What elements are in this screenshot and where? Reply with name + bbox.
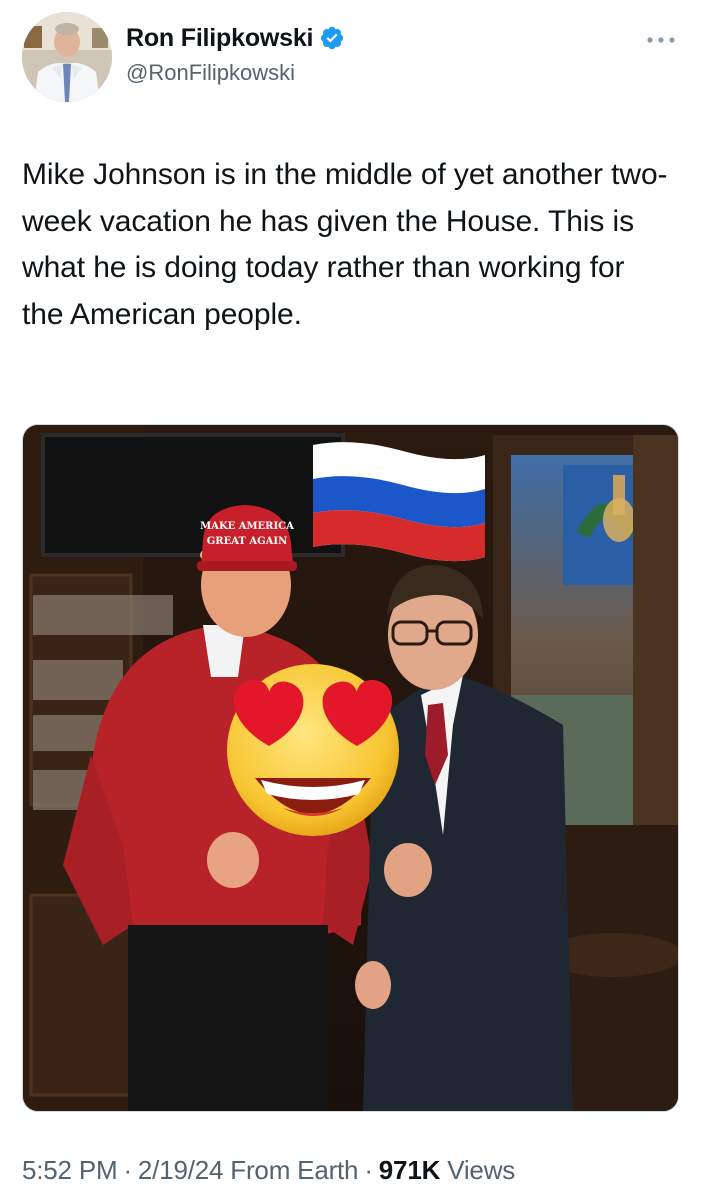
verified-badge-icon xyxy=(319,25,345,51)
photo-illustration: MAKE AMERICA GREAT AGAIN xyxy=(23,425,678,1111)
more-options-icon xyxy=(647,37,675,43)
name-row: Ron Filipkowski xyxy=(126,22,345,54)
tweet-source: From Earth xyxy=(230,1155,359,1185)
author-handle[interactable]: @RonFilipkowski xyxy=(126,60,345,86)
meta-separator: · xyxy=(364,1155,373,1185)
author-display-name[interactable]: Ron Filipkowski xyxy=(126,24,313,53)
tweet-meta: 5:52 PM · 2/19/24 From Earth · 971K Views xyxy=(22,1155,515,1186)
views-count: 971K xyxy=(378,1155,441,1185)
tweet-date[interactable]: 2/19/24 xyxy=(138,1155,224,1185)
avatar[interactable] xyxy=(22,12,112,102)
user-block: Ron Filipkowski @RonFilipkowski xyxy=(126,22,345,86)
tweet-time[interactable]: 5:52 PM xyxy=(22,1155,118,1185)
views-label: Views xyxy=(447,1155,516,1185)
more-options-button[interactable] xyxy=(644,30,678,50)
emoji-heart-eyes xyxy=(227,664,399,836)
avatar-photo xyxy=(22,12,112,102)
meta-separator: · xyxy=(123,1155,132,1185)
tweet-header: Ron Filipkowski @RonFilipkowski xyxy=(22,12,682,104)
tweet-text: Mike Johnson is in the middle of yet ano… xyxy=(22,158,668,331)
hat-text-line1: MAKE AMERICA xyxy=(200,521,294,532)
emoji-russia-flag xyxy=(313,442,485,562)
hat-text-line2: GREAT AGAIN xyxy=(207,536,287,547)
tweet-media-photo[interactable]: MAKE AMERICA GREAT AGAIN xyxy=(22,424,679,1112)
